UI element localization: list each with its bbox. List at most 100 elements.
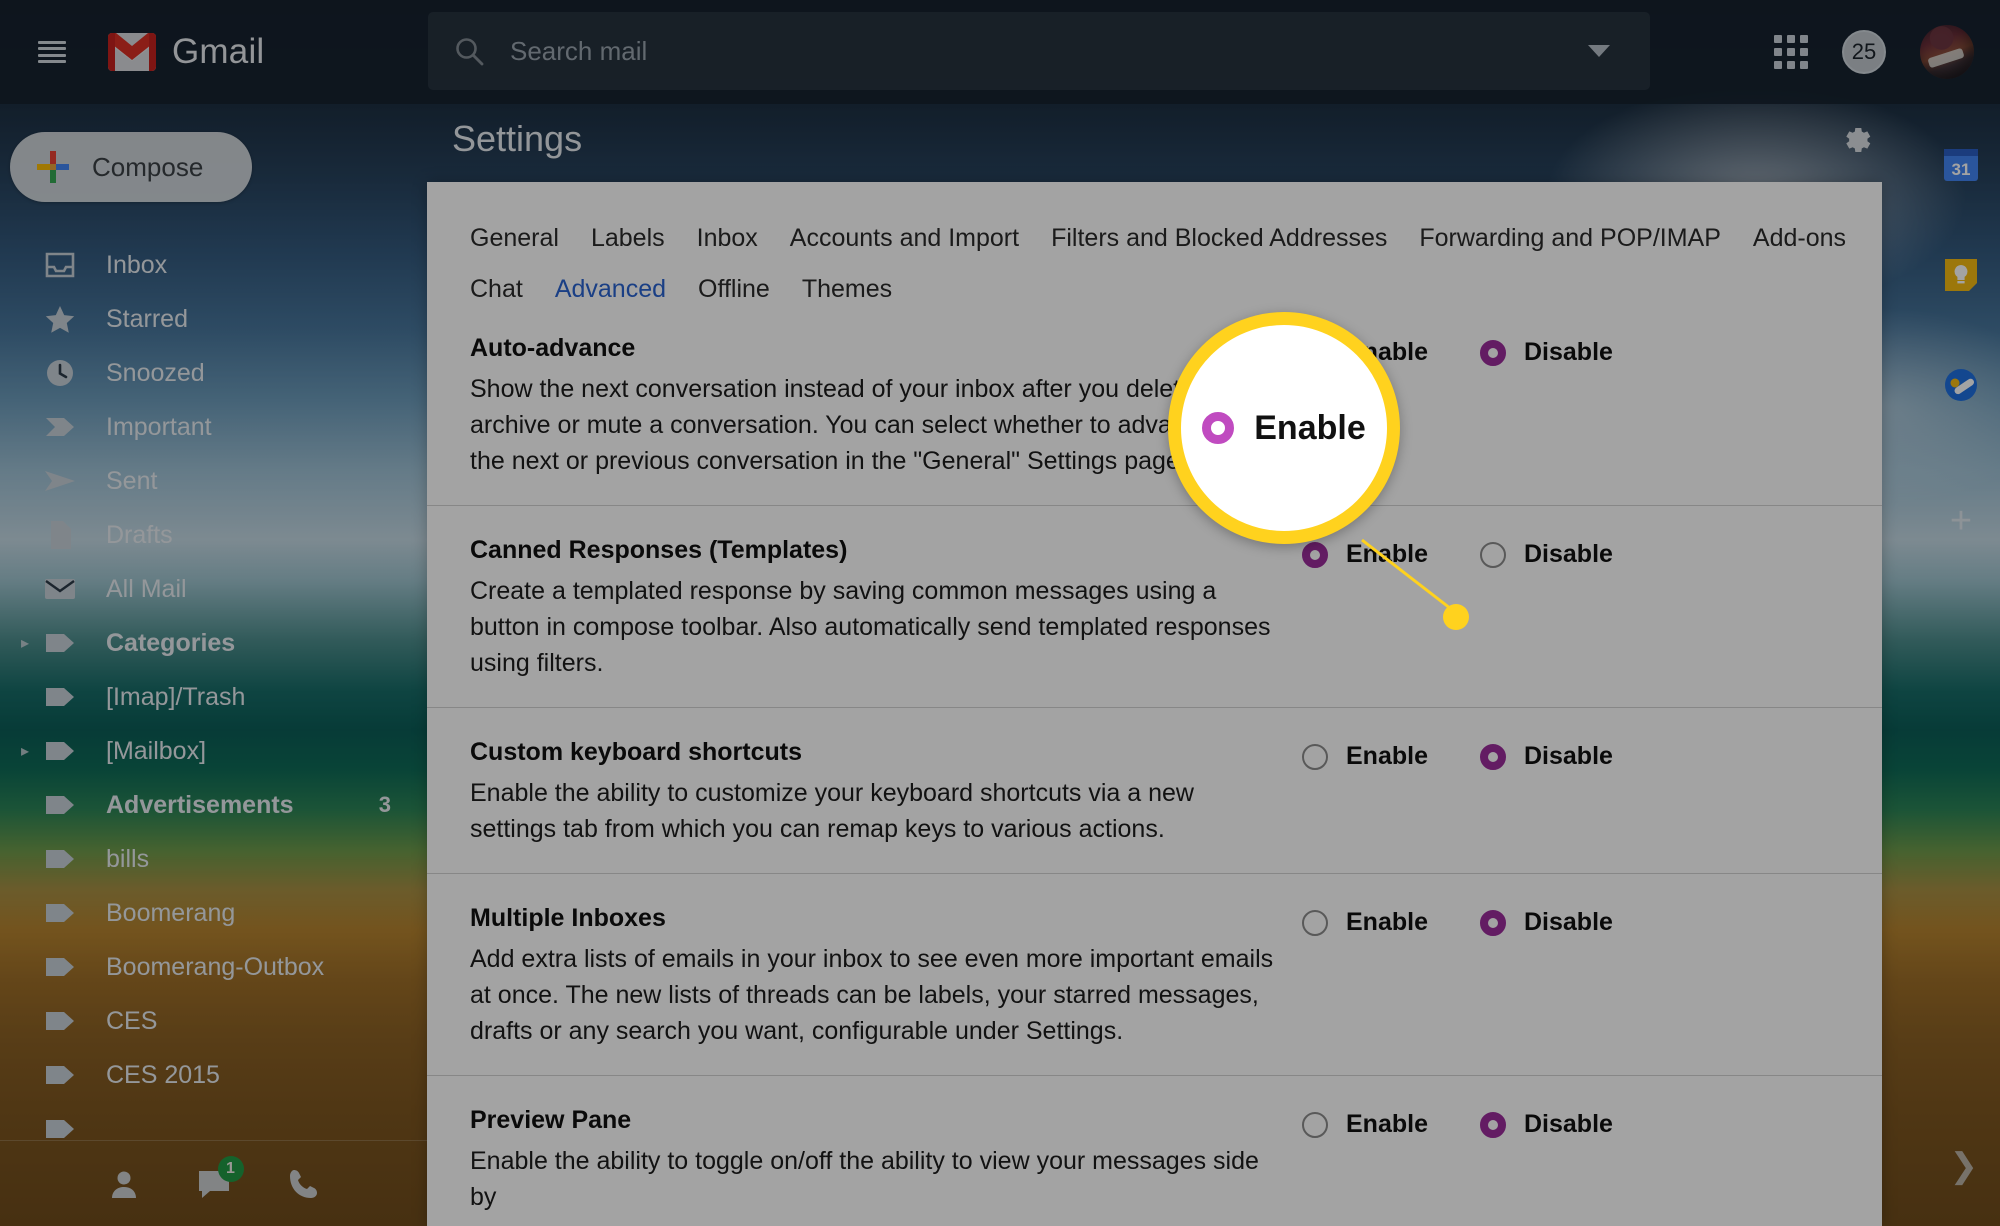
sidebar-item-ces-2015[interactable]: ▸ CES 2015 [0, 1048, 427, 1102]
sidebar-nav-list: ▸ Inbox ▸ Starred ▸ Snoozed ▸ [0, 238, 427, 1156]
compose-button[interactable]: Compose [10, 132, 252, 202]
magnifier-callout: Enable [1168, 312, 1400, 544]
multiple-inboxes-enable-radio[interactable]: Enable [1302, 908, 1428, 937]
add-addon-button[interactable]: + [1950, 502, 1972, 540]
setting-description: Enable the ability to customize your key… [470, 779, 1194, 843]
send-icon [38, 464, 82, 498]
radio-label: Disable [1523, 540, 1613, 568]
search-input[interactable] [510, 35, 1588, 67]
tab-chat[interactable]: Chat [470, 275, 523, 304]
preview-pane-disable-radio[interactable]: Disable [1479, 1110, 1613, 1139]
canned-responses-disable-radio[interactable]: Disable [1479, 540, 1613, 569]
google-keep-icon[interactable] [1942, 256, 1980, 294]
sidebar-item-label: Advertisements [106, 790, 294, 819]
sidebar-item-ces[interactable]: ▸ CES [0, 994, 427, 1048]
sidebar-item-all-mail[interactable]: ▸ All Mail [0, 562, 427, 616]
search-icon [454, 36, 484, 66]
gmail-logo[interactable]: Gmail [108, 32, 264, 72]
tab-add-ons[interactable]: Add-ons [1753, 224, 1846, 253]
sidebar-item-imap-trash[interactable]: ▸ [Imap]/Trash [0, 670, 427, 724]
phone-icon[interactable] [286, 1166, 322, 1202]
sidebar-item-boomerang[interactable]: ▸ Boomerang [0, 886, 427, 940]
tab-filters-and-blocked-addresses[interactable]: Filters and Blocked Addresses [1051, 224, 1387, 253]
star-icon [38, 302, 82, 336]
setting-info: Multiple Inboxes Add extra lists of emai… [470, 904, 1280, 1049]
tab-themes[interactable]: Themes [802, 275, 892, 304]
google-calendar-icon[interactable]: 31 [1942, 146, 1980, 184]
sidebar-item-label: All Mail [106, 574, 187, 603]
label-icon [38, 734, 82, 768]
plus-icon [36, 150, 70, 184]
callout-endpoint-dot [1443, 604, 1469, 630]
radio-dot-icon [1479, 339, 1506, 366]
expand-arrow-icon[interactable]: ▸ [14, 741, 36, 761]
setting-title: Multiple Inboxes [470, 904, 666, 932]
label-icon [38, 896, 82, 930]
tab-labels[interactable]: Labels [591, 224, 665, 253]
google-tasks-icon[interactable] [1942, 366, 1980, 404]
sidebar-item-important[interactable]: ▸ Important [0, 400, 427, 454]
sidebar-item-drafts[interactable]: ▸ Drafts [0, 508, 427, 562]
chat-icon[interactable]: 1 [196, 1155, 244, 1202]
setting-info: Custom keyboard shortcuts Enable the abi… [470, 738, 1280, 847]
radio-dot-icon [1479, 541, 1506, 568]
svg-text:31: 31 [1952, 160, 1971, 179]
custom-keyboard-shortcuts-disable-radio[interactable]: Disable [1479, 742, 1613, 771]
radio-dot-icon [1479, 1111, 1506, 1138]
expand-arrow-icon[interactable]: ▸ [14, 633, 36, 653]
setting-options: Enable Disable [1302, 738, 1613, 771]
radio-label: Enable [1346, 1110, 1428, 1138]
sidebar-item-inbox[interactable]: ▸ Inbox [0, 238, 427, 292]
tab-accounts-and-import[interactable]: Accounts and Import [790, 224, 1019, 253]
tab-offline[interactable]: Offline [698, 275, 770, 304]
sidebar-item-label: Boomerang [106, 898, 236, 927]
label-icon [38, 788, 82, 822]
sidebar-item-snoozed[interactable]: ▸ Snoozed [0, 346, 427, 400]
auto-advance-disable-radio[interactable]: Disable [1479, 338, 1613, 367]
sidebar-item-categories[interactable]: ▸ Categories [0, 616, 427, 670]
custom-keyboard-shortcuts-enable-radio[interactable]: Enable [1302, 742, 1428, 771]
tab-advanced[interactable]: Advanced [555, 275, 666, 304]
sidebar-item-label: Snoozed [106, 358, 205, 387]
radio-label: Disable [1523, 1110, 1613, 1138]
clock-icon [38, 356, 82, 390]
sidebar-item-mailbox[interactable]: ▸ [Mailbox] [0, 724, 427, 778]
notification-count-badge[interactable]: 25 [1842, 30, 1886, 74]
radio-dot-icon [1479, 743, 1506, 770]
sidebar-item-boomerang-outbox[interactable]: ▸ Boomerang-Outbox [0, 940, 427, 994]
chevron-right-icon[interactable]: ❯ [1950, 1146, 1979, 1186]
setting-title: Preview Pane [470, 1106, 632, 1134]
radio-label: Disable [1523, 908, 1613, 936]
sidebar-item-starred[interactable]: ▸ Starred [0, 292, 427, 346]
tab-general[interactable]: General [470, 224, 559, 253]
sidebar-item-label: [Mailbox] [106, 736, 207, 765]
multiple-inboxes-disable-radio[interactable]: Disable [1479, 908, 1613, 937]
setting-description: Add extra lists of emails in your inbox … [470, 945, 1274, 1045]
sidebar-item-advertisements[interactable]: ▸ Advertisements 3 [0, 778, 427, 832]
tab-inbox[interactable]: Inbox [697, 224, 758, 253]
sidebar-item-bills[interactable]: ▸ bills [0, 832, 427, 886]
radio-dot-icon [1202, 412, 1235, 444]
setting-options: Enable Disable [1302, 1106, 1613, 1139]
sidebar-item-label: bills [106, 844, 150, 873]
sidebar-item-label: CES 2015 [106, 1060, 220, 1089]
gear-icon[interactable] [1840, 122, 1874, 156]
search-bar[interactable] [428, 12, 1650, 90]
canned-responses-enable-radio[interactable]: Enable [1302, 540, 1428, 569]
avatar[interactable] [1920, 25, 1974, 79]
contacts-icon[interactable] [106, 1166, 142, 1202]
tab-forwarding-and-pop-imap[interactable]: Forwarding and POP/IMAP [1419, 224, 1721, 253]
sidebar-item-label: Drafts [106, 520, 173, 549]
setting-row-custom-keyboard-shortcuts: Custom keyboard shortcuts Enable the abi… [427, 708, 1882, 874]
radio-label: Enable [1346, 908, 1428, 936]
sidebar-item-sent[interactable]: ▸ Sent [0, 454, 427, 508]
chevron-down-icon[interactable] [1588, 45, 1610, 57]
hamburger-menu-icon[interactable] [38, 41, 66, 63]
label-icon [38, 842, 82, 876]
inbox-icon [38, 248, 82, 282]
gmail-wordmark: Gmail [172, 32, 265, 71]
top-bar: Gmail 25 [0, 0, 2000, 104]
setting-info: Preview Pane Enable the ability to toggl… [470, 1106, 1280, 1215]
preview-pane-enable-radio[interactable]: Enable [1302, 1110, 1428, 1139]
apps-grid-icon[interactable] [1774, 35, 1808, 69]
